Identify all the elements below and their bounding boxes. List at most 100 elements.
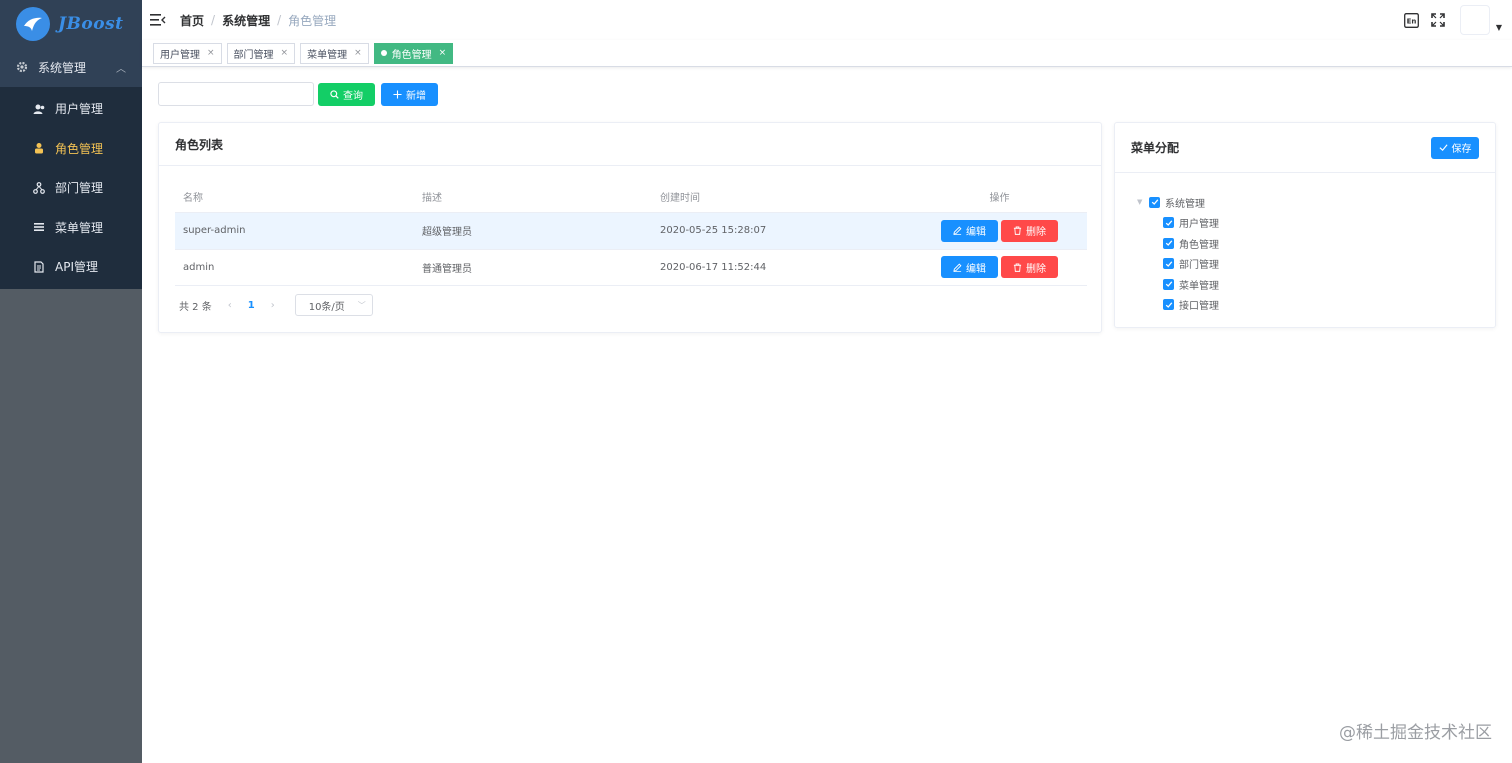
edit-label: 编辑 (966, 227, 986, 239)
search-input[interactable] (158, 82, 314, 106)
search-toolbar: 查询 新增 (158, 82, 438, 106)
sidebar-item-label: 部门管理 (55, 181, 104, 196)
menu-assign-header: 菜单分配 保存 (1115, 123, 1495, 173)
checkbox-checked[interactable] (1163, 278, 1174, 290)
menu-tree: ▼ 系统管理 用户管理 角色管理 部门管理 菜单管理 接口管理 (1137, 192, 1219, 315)
add-button[interactable]: 新增 (381, 82, 438, 106)
tag-label: 部门管理 (233, 49, 274, 61)
prev-page-icon[interactable]: ‹ (228, 300, 232, 311)
sitemap-icon (32, 181, 46, 195)
logo-text: JBoost (58, 13, 124, 34)
tree-node[interactable]: 接口管理 (1137, 295, 1219, 316)
save-label: 保存 (1451, 144, 1472, 155)
caret-down-icon[interactable]: ▼ (1137, 198, 1149, 206)
hamburger-icon[interactable] (150, 13, 166, 27)
sidebar-menu-system[interactable]: 系统管理 ︿ (0, 47, 142, 87)
breadcrumb-home[interactable]: 首页 (180, 12, 204, 29)
role-name-cell: admin (183, 261, 215, 273)
edit-icon (953, 226, 962, 236)
table-row[interactable]: super-admin 超级管理员 2020-05-25 15:28:07 编辑… (175, 213, 1087, 250)
role-created-cell: 2020-05-25 15:28:07 (660, 225, 767, 237)
checkbox-checked[interactable] (1163, 217, 1174, 229)
top-navbar: 首页 / 系统管理 / 角色管理 En ▼ (142, 0, 1512, 40)
close-icon[interactable]: × (281, 48, 289, 58)
close-icon[interactable]: × (439, 48, 447, 58)
tag-departments[interactable]: 部门管理 × (226, 42, 296, 64)
tree-node-label: 菜单管理 (1179, 280, 1219, 292)
tree-node[interactable]: 用户管理 (1137, 213, 1219, 234)
edit-button[interactable]: 编辑 (941, 256, 998, 279)
page-size-value: 10条/页 (308, 301, 345, 313)
checkbox-checked[interactable] (1163, 258, 1174, 270)
avatar[interactable] (1459, 5, 1490, 35)
tags-view: 用户管理 × 部门管理 × 菜单管理 × 角色管理 × (142, 40, 1512, 67)
tag-users[interactable]: 用户管理 × (153, 42, 222, 64)
role-name-cell: super-admin (183, 225, 246, 237)
page-size-select[interactable]: 10条/页 ﹀ (294, 294, 373, 316)
delete-label: 删除 (1026, 227, 1046, 239)
chevron-up-icon: ︿ (116, 63, 126, 75)
menu-assign-title: 菜单分配 (1131, 141, 1180, 155)
role-desc-cell: 超级管理员 (422, 227, 472, 239)
tag-menus[interactable]: 菜单管理 × (300, 42, 369, 64)
document-icon (32, 260, 46, 274)
sidebar-item-departments[interactable]: 部门管理 (0, 168, 142, 208)
language-icon[interactable]: En (1404, 12, 1420, 28)
tree-node[interactable]: 角色管理 (1137, 233, 1219, 254)
sidebar-item-menus[interactable]: 菜单管理 (0, 208, 142, 248)
trash-icon (1013, 263, 1022, 272)
checkbox-checked[interactable] (1163, 237, 1174, 249)
logo-icon (16, 6, 50, 41)
column-header-actions: 操作 (989, 193, 1010, 204)
tree-node[interactable]: 菜单管理 (1137, 274, 1219, 295)
tag-label: 角色管理 (391, 49, 432, 61)
sidebar-item-api[interactable]: API管理 (0, 247, 142, 287)
role-table: 名称 描述 创建时间 操作 super-admin 超级管理员 2020-05-… (175, 181, 1087, 286)
actions-cell: 编辑 删除 (912, 256, 1087, 279)
check-icon (1439, 143, 1448, 152)
breadcrumb: 首页 / 系统管理 / 角色管理 (180, 12, 336, 29)
table-row[interactable]: admin 普通管理员 2020-06-17 11:52:44 编辑 删除 (175, 250, 1087, 286)
tree-node-label: 用户管理 (1179, 219, 1219, 231)
next-page-icon[interactable]: › (271, 300, 275, 311)
tag-label: 用户管理 (160, 49, 200, 61)
caret-down-icon[interactable]: ▼ (1496, 23, 1502, 32)
add-label: 新增 (406, 90, 426, 102)
logo[interactable]: JBoost (0, 0, 142, 47)
sidebar-item-label: API管理 (55, 260, 98, 275)
gear-icon (16, 61, 28, 73)
checkbox-checked[interactable] (1163, 299, 1174, 311)
pagination-total: 共 2 条 (179, 301, 212, 313)
sidebar: JBoost 系统管理 ︿ 用户管理 角色管理 部门管理 菜单管理 API管理 (0, 0, 142, 763)
menu-assign-card: 菜单分配 保存 ▼ 系统管理 用户管理 角色管理 部门管理 菜单管理 接口管理 (1114, 122, 1496, 328)
sidebar-submenu: 用户管理 角色管理 部门管理 菜单管理 API管理 (0, 87, 142, 289)
delete-label: 删除 (1026, 263, 1046, 275)
delete-button[interactable]: 删除 (1001, 219, 1058, 242)
tree-node-label: 部门管理 (1179, 260, 1219, 272)
sidebar-item-label: 用户管理 (55, 102, 104, 117)
sidebar-item-users[interactable]: 用户管理 (0, 89, 142, 129)
edit-icon (953, 263, 962, 272)
watermark: @稀土掘金技术社区 (1339, 723, 1492, 743)
tree-node-label: 角色管理 (1179, 239, 1219, 251)
sidebar-item-label: 角色管理 (55, 141, 104, 156)
edit-button[interactable]: 编辑 (941, 219, 998, 242)
tree-node[interactable]: 部门管理 (1137, 254, 1219, 275)
breadcrumb-section[interactable]: 系统管理 (222, 12, 270, 29)
close-icon[interactable]: × (207, 48, 215, 58)
breadcrumb-current: 角色管理 (288, 13, 337, 28)
tree-node-root[interactable]: ▼ 系统管理 (1137, 192, 1219, 213)
page-number[interactable]: 1 (248, 300, 255, 311)
tag-roles[interactable]: 角色管理 × (373, 42, 454, 64)
save-button[interactable]: 保存 (1431, 136, 1479, 159)
checkbox-checked[interactable] (1149, 196, 1160, 208)
fullscreen-icon[interactable] (1430, 12, 1446, 28)
breadcrumb-separator: / (211, 13, 216, 27)
trash-icon (1013, 226, 1022, 236)
search-icon (330, 89, 339, 99)
sidebar-item-roles[interactable]: 角色管理 (0, 129, 142, 169)
query-button[interactable]: 查询 (318, 82, 375, 106)
close-icon[interactable]: × (354, 48, 362, 58)
chevron-down-icon: ﹀ (357, 300, 366, 310)
delete-button[interactable]: 删除 (1001, 256, 1058, 279)
